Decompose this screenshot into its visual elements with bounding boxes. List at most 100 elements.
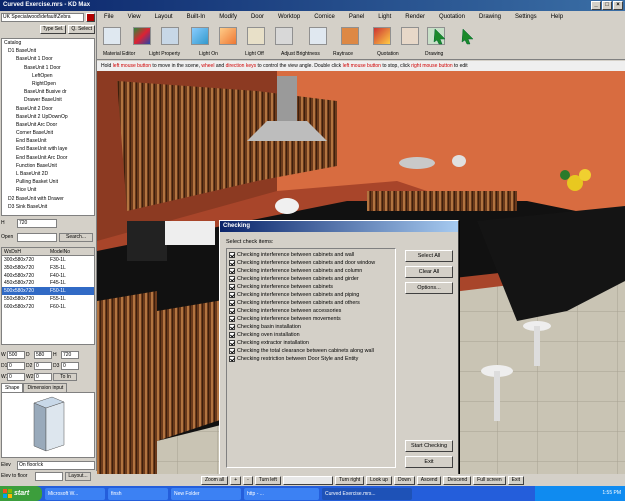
tab-dimension-input[interactable]: Dimension input [23,383,68,392]
menu-file[interactable]: File [97,14,121,20]
catalog-tree[interactable]: Catalog D1 BaseUnit BaseUnit 1 Door Base… [1,38,95,216]
check-item[interactable]: Checking interference between cabinets [229,283,393,291]
quotation-icon[interactable] [373,27,391,45]
clear-all-button[interactable]: Clear All [405,266,453,278]
tree-item[interactable]: Pulling Basket Unit [2,178,94,186]
check-item[interactable]: Checking interference between accessorie… [229,307,393,315]
tree-item[interactable]: BaseUnit 2 Door [2,105,94,113]
checkbox[interactable] [229,252,235,258]
zoom-in-button[interactable]: + [230,475,242,485]
tree-item[interactable]: D1 BaseUnit [2,47,94,55]
select-all-button[interactable]: Select All [405,250,453,262]
table-row[interactable]: 400x580x720 F40-1L [2,272,94,280]
checkbox[interactable] [229,300,235,306]
tree-item[interactable]: L BaseUnit 2D [2,170,94,178]
search-button[interactable]: Search... [59,232,93,242]
turn-slider[interactable] [282,475,333,485]
menu-worktop[interactable]: Worktop [271,14,307,20]
light-property-icon[interactable] [161,27,179,45]
elev-combo[interactable]: On floor/ck [17,460,95,470]
tree-item[interactable]: End BaseUnit [2,137,94,145]
w2-field[interactable]: 0 [34,372,52,381]
model-table[interactable]: WxDxH ModelNo 300x580x720 F30-1L 350x580x… [1,247,95,345]
quick-select-button[interactable]: Q. Select [68,24,95,34]
tree-item[interactable]: BaseUnit Busive dr [2,88,94,96]
open-combo[interactable] [17,232,57,242]
check-item[interactable]: Checking the total clearance between cab… [229,347,393,355]
check-item[interactable]: Checking restriction between Door Style … [229,355,393,363]
check-item[interactable]: Checking interference between cabinets a… [229,291,393,299]
minimize-button[interactable]: _ [591,1,601,10]
tree-item[interactable]: End BaseUnit Arc Door [2,154,94,162]
width-field[interactable]: 500 [7,350,25,359]
to-in-button[interactable]: To In [53,372,77,381]
check-item[interactable]: Checking interference between cabinets a… [229,259,393,267]
full-screen-button[interactable]: Full screen [473,475,506,485]
tree-item[interactable]: BaseUnit 1 Door [2,55,94,63]
w1-field[interactable]: 0 [7,372,25,381]
menu-render[interactable]: Render [398,14,432,20]
checkbox[interactable] [229,340,235,346]
menu-panel[interactable]: Panel [342,14,371,20]
look-up-button[interactable]: Look up [366,475,392,485]
checkbox[interactable] [229,348,235,354]
task-button[interactable]: Microsoft W... [45,487,105,500]
table-row[interactable]: 350x580x720 F35-1L [2,264,94,272]
layout-button[interactable]: Layout... [65,471,91,481]
tree-item[interactable]: Catalog [2,39,94,47]
ascend-button[interactable]: Ascend [416,475,442,485]
exit-button[interactable]: Exit [405,456,453,468]
checkbox[interactable] [229,316,235,322]
height-field[interactable]: 720 [61,350,79,359]
height-combo[interactable]: 720 [17,218,57,228]
start-button[interactable]: start [0,486,42,501]
check-item[interactable]: Checking interference between cabinets a… [229,299,393,307]
down-button[interactable]: Down [393,475,415,485]
check-item[interactable]: Checking basin installation [229,323,393,331]
checkbox[interactable] [229,284,235,290]
task-button[interactable]: http - ... [244,487,319,500]
table-row[interactable]: 550x580x720 F55-1L [2,295,94,303]
select-tool-icon[interactable] [103,27,121,45]
menu-help[interactable]: Help [544,14,570,20]
check-item[interactable]: Checking extractor installation [229,339,393,347]
menu-built-in[interactable]: Built-In [180,14,213,20]
checkbox[interactable] [229,260,235,266]
elev-to-floor-field[interactable] [35,471,63,481]
tree-item[interactable]: LeftOpen [2,72,94,80]
catalog-image-button[interactable] [86,12,95,22]
tab-shape[interactable]: Shape [1,383,24,392]
check-item[interactable]: Checking interference between cabinets a… [229,267,393,275]
d3-field[interactable]: 0 [61,361,79,370]
tree-item[interactable]: Rice Unit [2,186,94,194]
task-button[interactable]: New Folder [171,487,241,500]
checkbox[interactable] [229,356,235,362]
check-item[interactable]: Checking interference between cabinets a… [229,275,393,283]
adjust-brightness-icon[interactable] [309,27,327,45]
tree-item[interactable]: BaseUnit Arc Door [2,121,94,129]
menu-layout[interactable]: Layout [148,14,180,20]
checkbox[interactable] [229,268,235,274]
depth-field[interactable]: 580 [34,350,52,359]
task-button[interactable]: finsh [108,487,168,500]
light-off-cube-icon[interactable] [219,27,237,45]
catalog-path-field[interactable]: UK Specialwood\default\Zebra [1,12,84,22]
table-row[interactable]: 500x580x720 F50-1L [2,287,94,295]
drawing-pointer-icon[interactable] [459,27,477,45]
d2-field[interactable]: 0 [34,361,52,370]
turn-left-button[interactable]: Turn left [254,475,281,485]
menu-door[interactable]: Door [244,14,271,20]
tree-item[interactable]: Drawer BaseUnit [2,96,94,104]
material-editor-icon[interactable] [133,27,151,45]
maximize-button[interactable]: □ [602,1,612,10]
checkbox[interactable] [229,276,235,282]
menu-settings[interactable]: Settings [508,14,544,20]
table-row[interactable]: 600x580x720 F60-1L [2,303,94,311]
check-item[interactable]: Checking interference between movements [229,315,393,323]
light-off-icon[interactable] [275,27,293,45]
exit-view-button[interactable]: Exit [507,475,524,485]
tree-item[interactable]: D2 BaseUnit with Drawer [2,195,94,203]
tree-item[interactable]: RightOpen [2,80,94,88]
checkbox[interactable] [229,308,235,314]
checkbox[interactable] [229,292,235,298]
